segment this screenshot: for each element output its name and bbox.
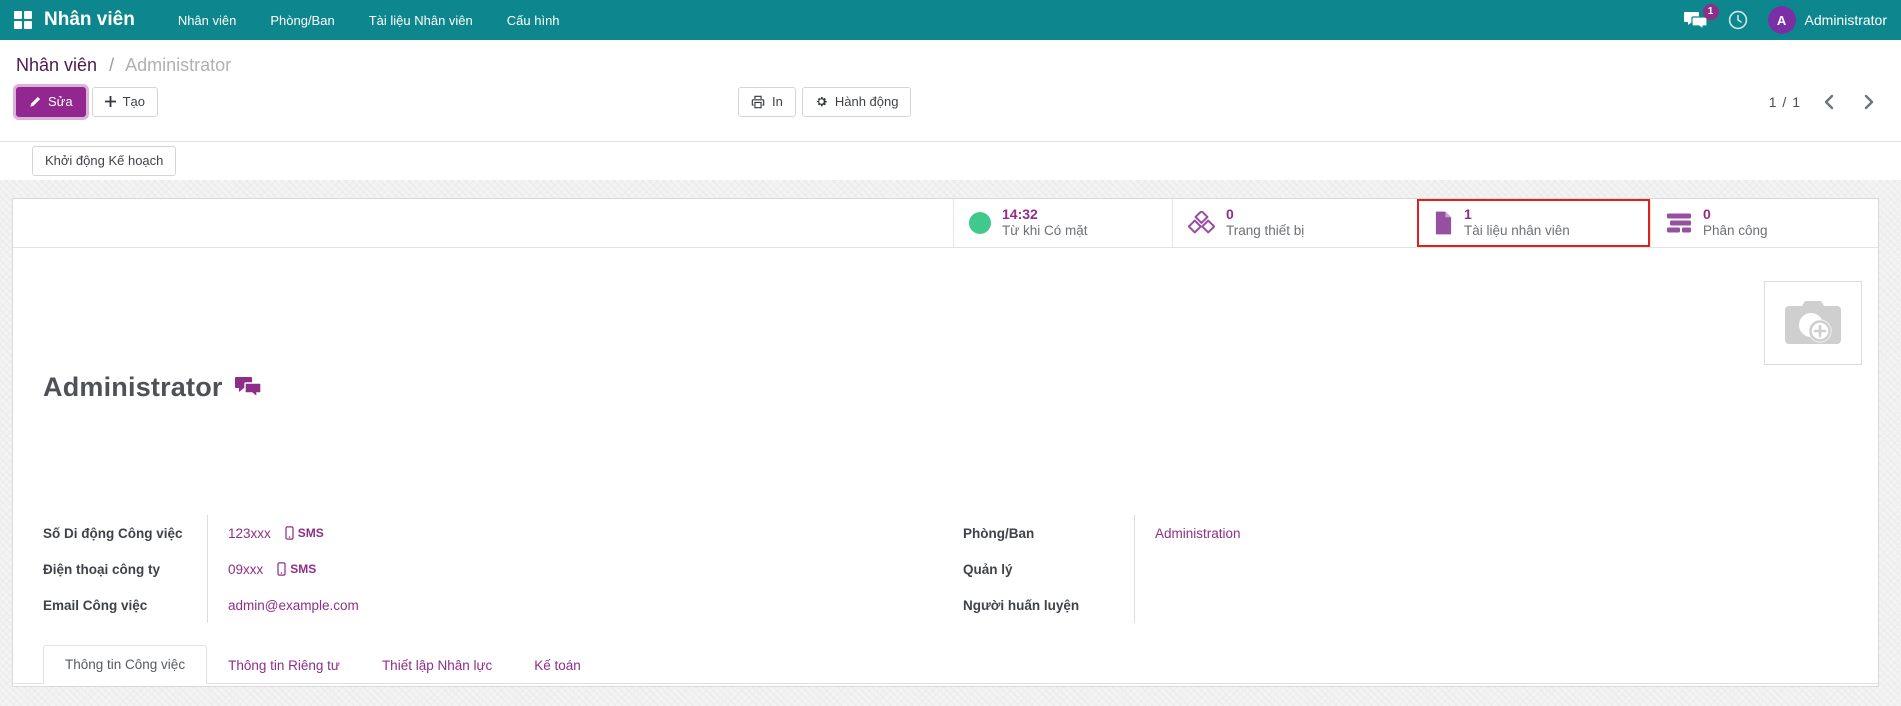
stat-button-row: 14:32 Từ khi Có mặt 0 Trang thiết bị 1 T… xyxy=(13,199,1878,248)
stat-button-assignments[interactable]: 0 Phân công xyxy=(1650,199,1878,247)
breadcrumb-parent-link[interactable]: Nhân viên xyxy=(16,55,97,75)
user-avatar: A xyxy=(1767,6,1796,34)
print-button[interactable]: In xyxy=(738,87,796,117)
pager-value[interactable]: 1 / 1 xyxy=(1769,94,1801,110)
breadcrumb: Nhân viên / Administrator xyxy=(16,55,1883,76)
stat-button-attendance[interactable]: 14:32 Từ khi Có mặt xyxy=(953,199,1172,247)
field-label-work-phone: Điện thoại công ty xyxy=(43,551,208,587)
breadcrumb-current: Administrator xyxy=(125,55,232,75)
notebook-tabs: Thông tin Công việc Thông tin Riêng tư T… xyxy=(13,645,1878,684)
tab-work-information[interactable]: Thông tin Công việc xyxy=(43,645,208,684)
app-title[interactable]: Nhân viên xyxy=(44,9,135,31)
launch-plan-button[interactable]: Khởi động Kế hoạch xyxy=(32,146,177,176)
edit-button[interactable]: Sửa xyxy=(16,87,86,117)
assignments-icon xyxy=(1666,213,1692,234)
menu-employee-documents[interactable]: Tài liệu Nhân viên xyxy=(352,0,490,40)
mobile-phone-icon xyxy=(285,526,294,540)
messages-count-badge: 1 xyxy=(1702,3,1719,20)
mobile-phone-icon xyxy=(277,562,286,576)
employee-photo-upload[interactable] xyxy=(1764,281,1862,365)
pager-next-button[interactable] xyxy=(1856,90,1883,114)
field-group-right: Phòng/Ban Administration Quản lý Người h… xyxy=(963,515,1848,623)
field-value-work-mobile: 123xxx SMS xyxy=(228,525,324,541)
control-panel: Nhân viên / Administrator Sửa Tạo In Hàn… xyxy=(0,40,1901,142)
pager: 1 / 1 xyxy=(1769,90,1883,114)
cubes-icon xyxy=(1188,211,1215,235)
main-menu: Nhân viên Phòng/Ban Tài liệu Nhân viên C… xyxy=(161,0,577,40)
tab-hr-settings[interactable]: Thiết lập Nhân lực xyxy=(361,647,513,684)
pager-previous-button[interactable] xyxy=(1815,90,1842,114)
pencil-icon xyxy=(29,96,41,108)
field-label-coach: Người huấn luyện xyxy=(963,587,1135,623)
field-value-work-email: admin@example.com xyxy=(228,597,359,613)
tab-accounting[interactable]: Kế toán xyxy=(513,647,602,684)
field-label-manager: Quản lý xyxy=(963,551,1135,587)
field-label-department: Phòng/Ban xyxy=(963,515,1135,551)
sms-link[interactable]: SMS xyxy=(285,526,324,540)
menu-departments[interactable]: Phòng/Ban xyxy=(253,0,351,40)
camera-plus-icon xyxy=(1782,298,1844,348)
printer-icon xyxy=(751,95,765,109)
breadcrumb-separator: / xyxy=(109,55,115,75)
activities-button[interactable] xyxy=(1728,10,1748,30)
create-button[interactable]: Tạo xyxy=(91,87,159,117)
user-menu[interactable]: A Administrator xyxy=(1767,6,1887,34)
form-statusbar: Khởi động Kế hoạch xyxy=(0,142,1901,180)
field-label-work-mobile: Số Di động Công việc xyxy=(43,515,208,551)
menu-configuration[interactable]: Cấu hình xyxy=(490,0,577,40)
plus-icon xyxy=(104,96,116,108)
form-sheet: 14:32 Từ khi Có mặt 0 Trang thiết bị 1 T… xyxy=(12,198,1879,687)
field-label-work-email: Email Công việc xyxy=(43,587,208,623)
employee-chat-icon[interactable] xyxy=(234,377,262,398)
menu-employees[interactable]: Nhân viên xyxy=(161,0,254,40)
action-button[interactable]: Hành động xyxy=(801,87,912,117)
clock-icon xyxy=(1728,10,1748,30)
document-icon xyxy=(1434,211,1453,235)
stat-button-employee-documents[interactable]: 1 Tài liệu nhân viên xyxy=(1417,199,1650,247)
user-name: Administrator xyxy=(1804,12,1887,28)
employee-name-title: Administrator xyxy=(43,372,223,402)
stat-button-equipment[interactable]: 0 Trang thiết bị xyxy=(1172,199,1417,247)
field-group-left: Số Di động Công việc 123xxx SMS Điện tho… xyxy=(43,515,935,623)
field-value-department: Administration xyxy=(1155,525,1241,541)
presence-icon xyxy=(969,212,991,234)
top-navbar: Nhân viên Nhân viên Phòng/Ban Tài liệu N… xyxy=(0,0,1901,40)
messages-button[interactable]: 1 xyxy=(1683,3,1719,30)
field-value-work-phone: 09xxx SMS xyxy=(228,561,317,577)
field-value-coach xyxy=(1135,587,1848,623)
apps-menu-icon[interactable] xyxy=(14,11,32,29)
tab-private-information[interactable]: Thông tin Riêng tư xyxy=(207,647,361,684)
sms-link[interactable]: SMS xyxy=(277,562,316,576)
gear-icon xyxy=(815,95,828,108)
field-value-manager xyxy=(1135,551,1848,587)
